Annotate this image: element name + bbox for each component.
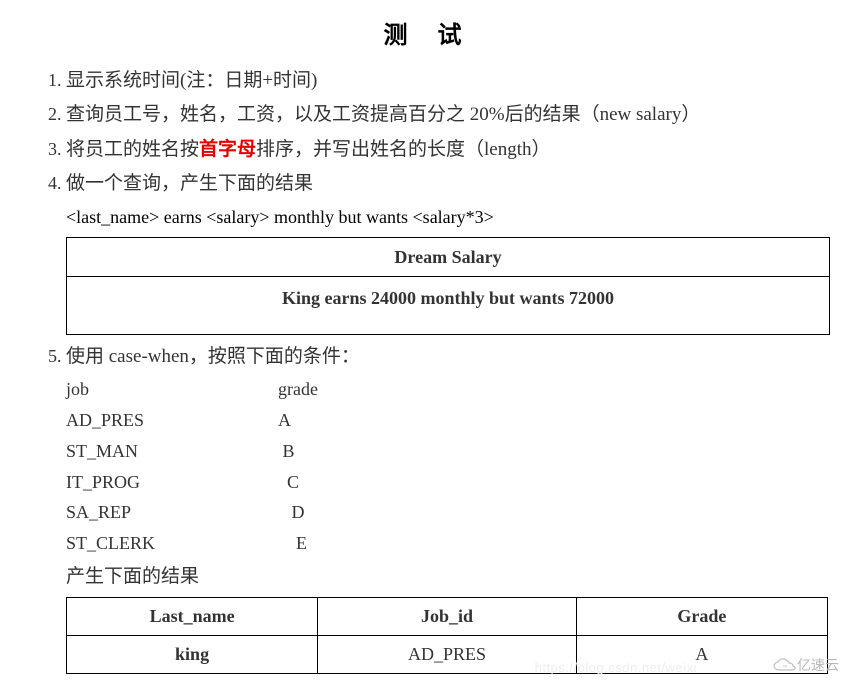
question-3-highlight: 首字母 [199, 139, 256, 160]
grade-header-job: job [66, 374, 278, 405]
question-1: 显示系统时间(注：日期+时间) [66, 65, 837, 97]
grade-value: B [278, 436, 398, 467]
grade-row: AD_PRES A [66, 405, 837, 436]
question-4-formula: <last_name> earns <salary> monthly but w… [66, 202, 837, 233]
dream-salary-table: Dream Salary King earns 24000 monthly bu… [66, 237, 830, 336]
result-header-grade: Grade [576, 597, 827, 635]
dream-table-header: Dream Salary [67, 237, 830, 277]
grade-job: SA_REP [66, 497, 278, 528]
grade-value: D [278, 497, 398, 528]
watermark-brand: 亿速云 [797, 655, 839, 675]
grade-job: ST_CLERK [66, 528, 278, 559]
question-4-text: 做一个查询，产生下面的结果 [66, 173, 313, 194]
question-2-text: 查询员工号，姓名，工资，以及工资提高百分之 20%后的结果（new salary… [66, 104, 700, 125]
question-4: 做一个查询，产生下面的结果 <last_name> earns <salary>… [66, 168, 837, 335]
question-3-text-b: 排序，并写出姓名的长度（length） [256, 139, 551, 160]
grade-job: AD_PRES [66, 405, 278, 436]
grade-header-row: job grade [66, 374, 837, 405]
document-title: 测 试 [20, 15, 837, 50]
question-2: 查询员工号，姓名，工资，以及工资提高百分之 20%后的结果（new salary… [66, 99, 837, 131]
faint-watermark-text: https://blog.csdn.net/weixi [535, 660, 697, 675]
svg-text:∞: ∞ [783, 664, 787, 670]
dream-table-row: King earns 24000 monthly but wants 72000 [67, 277, 830, 335]
watermark: ∞ 亿速云 [773, 655, 839, 675]
grade-value: C [278, 467, 398, 498]
grade-row: ST_CLERK E [66, 528, 837, 559]
question-5: 使用 case-when，按照下面的条件： job grade AD_PRES … [66, 341, 837, 673]
question-5-text: 使用 case-when，按照下面的条件： [66, 346, 360, 367]
result-header-lastname: Last_name [67, 597, 318, 635]
result-table: Last_name Job_id Grade king AD_PRES A [66, 597, 828, 674]
result-cell-lastname: king [67, 635, 318, 673]
grade-row: ST_MAN B [66, 436, 837, 467]
grade-header-grade: grade [278, 374, 398, 405]
question-3-text-a: 将员工的姓名按 [66, 139, 199, 160]
result-header-jobid: Job_id [318, 597, 577, 635]
grade-value: A [278, 405, 398, 436]
question-5-result-text: 产生下面的结果 [66, 561, 837, 593]
grade-row: SA_REP D [66, 497, 837, 528]
question-1-text: 显示系统时间(注：日期+时间) [66, 70, 317, 91]
grade-job: ST_MAN [66, 436, 278, 467]
question-list: 显示系统时间(注：日期+时间) 查询员工号，姓名，工资，以及工资提高百分之 20… [20, 65, 837, 674]
grade-value: E [278, 528, 398, 559]
grade-mapping: job grade AD_PRES A ST_MAN B IT_PROG C S… [66, 374, 837, 560]
grade-row: IT_PROG C [66, 467, 837, 498]
cloud-icon: ∞ [773, 658, 793, 672]
question-3: 将员工的姓名按首字母排序，并写出姓名的长度（length） [66, 134, 837, 166]
grade-job: IT_PROG [66, 467, 278, 498]
